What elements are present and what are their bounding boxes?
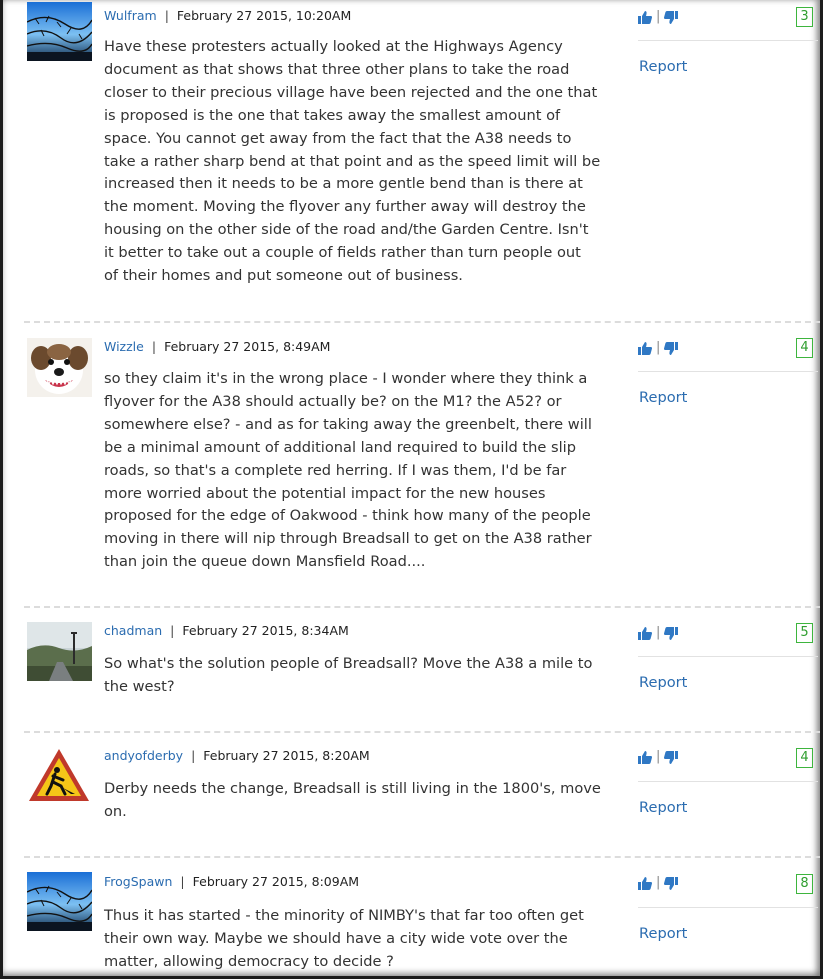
score-badge: 8	[796, 874, 813, 894]
comment-meta: Wulfram | February 27 2015, 10:20AM	[104, 7, 351, 25]
comment-date: February 27 2015, 10:20AM	[176, 8, 352, 23]
thumbs-down-icon[interactable]	[664, 341, 679, 355]
thumbs-up-icon[interactable]	[638, 10, 652, 24]
comment-text: Derby needs the change, Breadsall is sti…	[104, 780, 601, 820]
vote-controls: |	[638, 340, 679, 356]
report-link[interactable]: Report	[639, 673, 687, 693]
thumbs-down-icon[interactable]	[664, 626, 679, 640]
report-link[interactable]: Report	[639, 388, 687, 408]
vote-controls: |	[638, 875, 679, 891]
score-badge: 4	[796, 748, 813, 768]
comment-author-link[interactable]: FrogSpawn	[104, 874, 172, 889]
vote-divider	[638, 40, 818, 41]
vote-divider	[638, 907, 818, 908]
comment-text: So what's the solution people of Breadsa…	[104, 655, 593, 695]
report-link[interactable]: Report	[639, 798, 687, 818]
comment-text: Have these protesters actually looked at…	[104, 38, 601, 285]
comment-date: February 27 2015, 8:20AM	[203, 748, 370, 763]
barbed-wire-sky-avatar[interactable]	[27, 872, 92, 931]
comment-meta: FrogSpawn | February 27 2015, 8:09AM	[104, 873, 359, 891]
vote-controls: |	[638, 625, 679, 641]
comment-separator	[24, 731, 820, 733]
vote-separator: |	[656, 875, 661, 890]
comment-separator	[24, 606, 820, 608]
meta-separator: |	[170, 623, 175, 638]
thumbs-up-icon[interactable]	[638, 341, 652, 355]
thumbs-up-icon[interactable]	[638, 626, 652, 640]
vote-controls: |	[638, 749, 679, 765]
meta-separator: |	[164, 8, 169, 23]
comments-panel: Wulfram | February 27 2015, 10:20AM Have t…	[0, 0, 823, 979]
vote-divider	[638, 371, 818, 372]
barbed-wire-sky-avatar[interactable]	[27, 2, 92, 61]
comment-text: Thus it has started - the minority of NI…	[104, 907, 584, 970]
score-badge: 4	[796, 338, 813, 358]
thumbs-up-icon[interactable]	[638, 876, 652, 890]
comment-separator	[24, 856, 820, 858]
comment-text: so they claim it's in the wrong place - …	[104, 370, 592, 571]
report-link[interactable]: Report	[639, 924, 687, 944]
score-badge: 5	[796, 623, 813, 643]
comment-date: February 27 2015, 8:49AM	[164, 339, 331, 354]
vote-separator: |	[656, 9, 661, 24]
vote-separator: |	[656, 340, 661, 355]
vote-separator: |	[656, 625, 661, 640]
report-link[interactable]: Report	[639, 57, 687, 77]
comment-meta: chadman | February 27 2015, 8:34AM	[104, 622, 349, 640]
comment-author-link[interactable]: Wizzle	[104, 339, 144, 354]
comment-author-link[interactable]: chadman	[104, 623, 162, 638]
road-landscape-avatar[interactable]	[27, 622, 92, 681]
vote-divider	[638, 656, 818, 657]
thumbs-down-icon[interactable]	[664, 750, 679, 764]
vote-controls: |	[638, 9, 679, 25]
roadworks-sign-avatar[interactable]	[27, 746, 92, 805]
vote-divider	[638, 781, 818, 782]
score-badge: 3	[796, 7, 813, 27]
comment-date: February 27 2015, 8:09AM	[192, 874, 360, 889]
comment-date: February 27 2015, 8:34AM	[182, 623, 349, 638]
comment-meta: andyofderby | February 27 2015, 8:20AM	[104, 747, 370, 765]
meta-separator: |	[191, 748, 196, 763]
thumbs-up-icon[interactable]	[638, 750, 652, 764]
comment-author-link[interactable]: andyofderby	[104, 748, 183, 763]
meta-separator: |	[180, 874, 185, 889]
vote-separator: |	[656, 749, 661, 764]
comment-author-link[interactable]: Wulfram	[104, 8, 157, 23]
comment-meta: Wizzle | February 27 2015, 8:49AM	[104, 338, 330, 356]
meta-separator: |	[151, 339, 157, 354]
dog-avatar[interactable]	[27, 338, 92, 397]
comment-separator	[24, 321, 820, 323]
thumbs-down-icon[interactable]	[664, 10, 679, 24]
thumbs-down-icon[interactable]	[664, 876, 679, 890]
